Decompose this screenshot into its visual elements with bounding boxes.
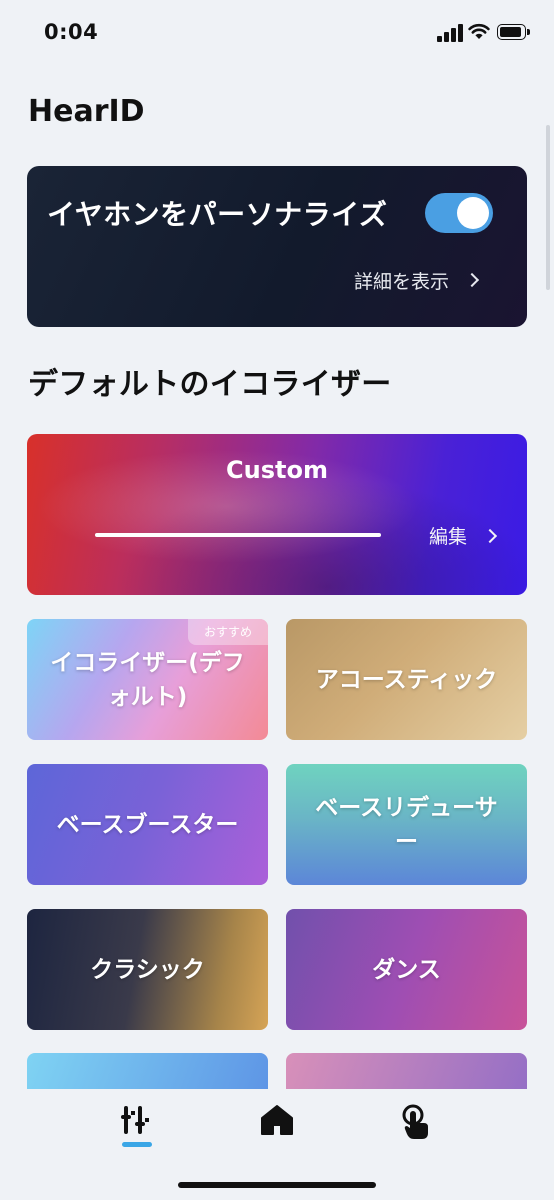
- custom-eq-curve: [95, 533, 381, 537]
- tab-equalizer[interactable]: [106, 1103, 166, 1163]
- scroll-indicator: [546, 125, 550, 290]
- details-link[interactable]: 詳細を表示: [354, 266, 480, 294]
- preset-label: クラシック: [90, 956, 205, 983]
- edit-label: 編集: [429, 526, 468, 548]
- preset-tile[interactable]: [27, 1053, 268, 1089]
- touch-icon: [402, 1104, 428, 1139]
- chevron-right-icon: [464, 272, 480, 288]
- preset-label: ベースブースター: [56, 811, 239, 838]
- preset-tile-acoustic[interactable]: アコースティック: [286, 619, 527, 740]
- preset-tile-bass-reducer[interactable]: ベースリデューサー: [286, 764, 527, 885]
- status-time: 0:04: [44, 20, 99, 44]
- preset-grid: おすすめ イコライザー(デフォルト) アコースティック ベースブースター ベース…: [27, 619, 527, 1089]
- preset-tile-classic[interactable]: クラシック: [27, 909, 268, 1030]
- status-bar: 0:04: [0, 0, 554, 66]
- section-heading: デフォルトのイコライザー: [28, 367, 392, 402]
- custom-eq-title: Custom: [226, 456, 328, 484]
- home-indicator: [178, 1182, 376, 1188]
- personalize-toggle[interactable]: [425, 193, 493, 233]
- tab-touch[interactable]: [386, 1103, 446, 1163]
- preset-label: イコライザー(デフォルト): [50, 649, 245, 710]
- custom-eq-card[interactable]: Custom 編集: [27, 434, 527, 595]
- preset-tile[interactable]: [286, 1053, 527, 1089]
- active-tab-indicator: [122, 1142, 152, 1147]
- wifi-icon: [468, 23, 490, 39]
- details-label: 詳細を表示: [354, 270, 450, 293]
- preset-label: ダンス: [372, 956, 441, 983]
- battery-icon: [497, 24, 530, 40]
- personalize-card: イヤホンをパーソナライズ 詳細を表示: [27, 166, 527, 327]
- edit-button[interactable]: 編集: [429, 522, 498, 549]
- recommended-badge: おすすめ: [188, 619, 268, 645]
- personalize-title: イヤホンをパーソナライズ: [47, 198, 388, 231]
- toggle-knob: [457, 197, 489, 229]
- preset-label: アコースティック: [315, 666, 498, 693]
- preset-label: ベースリデューサー: [315, 794, 498, 855]
- chevron-right-icon: [482, 528, 498, 543]
- preset-tile-default[interactable]: おすすめ イコライザー(デフォルト): [27, 619, 268, 740]
- preset-tile-bass-booster[interactable]: ベースブースター: [27, 764, 268, 885]
- home-icon: [261, 1105, 293, 1135]
- page-title: HearID: [28, 94, 145, 129]
- cellular-signal-icon: [437, 24, 463, 42]
- preset-tile-dance[interactable]: ダンス: [286, 909, 527, 1030]
- equalizer-icon: [121, 1106, 149, 1134]
- tab-home[interactable]: [247, 1103, 307, 1163]
